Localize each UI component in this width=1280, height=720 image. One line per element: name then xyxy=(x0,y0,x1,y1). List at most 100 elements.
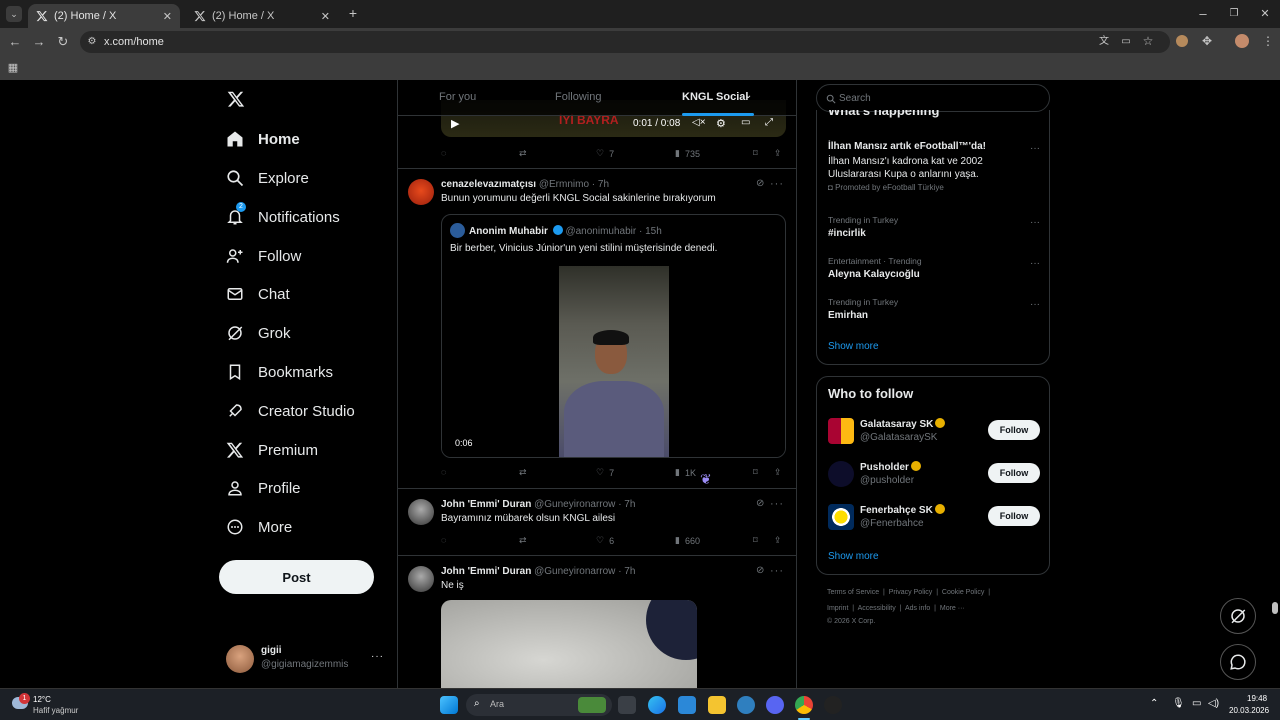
author-name[interactable]: John 'Emmi' Duran xyxy=(441,499,531,510)
microphone-icon[interactable]: 🎙 xyxy=(1172,698,1185,709)
more-icon[interactable]: ··· xyxy=(1030,258,1040,269)
windows-start-icon[interactable] xyxy=(440,696,458,714)
post-time[interactable]: · 7h xyxy=(618,566,635,577)
reply-icon[interactable]: ◌ xyxy=(441,535,446,545)
browser-menu-icon[interactable]: ⋮ xyxy=(1262,34,1274,48)
quote-tweet[interactable]: Anonim Muhabir @anonimuhabir · 15h Bir b… xyxy=(441,214,786,458)
author-name[interactable]: cenazelevazımatçısı xyxy=(441,179,536,190)
trend-item[interactable]: Trending in Turkey Emirhan ··· xyxy=(828,297,1040,321)
bookmark-icon[interactable]: ⌑ xyxy=(753,535,758,546)
like-button[interactable]: ♡ 7 xyxy=(596,148,614,159)
follow-suggestion[interactable]: Pusholder @pusholder Follow xyxy=(828,459,1040,491)
forward-icon[interactable]: → xyxy=(32,35,46,49)
share-icon[interactable]: ⇪ xyxy=(774,535,782,546)
close-tab-icon[interactable]: ✕ xyxy=(163,10,172,23)
follow-button[interactable]: Follow xyxy=(988,463,1040,483)
nav-explore[interactable]: Explore xyxy=(226,163,309,193)
close-window-icon[interactable]: ✕ xyxy=(1258,7,1272,21)
clock-date[interactable]: 20.03.2026 xyxy=(1229,706,1269,715)
browser-tab-2[interactable]: (2) Home / X ✕ xyxy=(186,4,338,28)
more-icon[interactable]: ··· xyxy=(1030,143,1040,154)
nav-home[interactable]: Home xyxy=(226,124,300,154)
post-cenaze[interactable]: cenazelevazımatçısı @Ermnimo · 7h ⊘ ··· … xyxy=(398,169,796,489)
more-icon[interactable]: ··· xyxy=(770,498,784,510)
address-bar[interactable]: ⚙ x.com/home 文 ▭ ☆ xyxy=(80,31,1170,53)
more-icon[interactable]: ··· xyxy=(1030,299,1040,310)
share-icon[interactable]: ⇪ xyxy=(774,467,782,478)
discord-icon[interactable] xyxy=(766,696,784,714)
translate-icon[interactable]: 文 xyxy=(1098,35,1110,49)
post-image[interactable] xyxy=(441,600,697,688)
reload-icon[interactable]: ↻ xyxy=(56,35,70,49)
edge-icon[interactable] xyxy=(648,696,666,714)
author-handle[interactable]: @Guneyironarrow xyxy=(534,566,615,577)
puzzle-icon[interactable]: ✥ xyxy=(1200,34,1214,48)
browser-tab-1[interactable]: (2) Home / X ✕ xyxy=(28,4,180,28)
chrome-icon[interactable] xyxy=(795,696,813,714)
chevron-up-icon[interactable]: ⌃ xyxy=(1150,698,1158,709)
apps-grid-icon[interactable]: ▦ xyxy=(7,61,19,75)
settings-icon[interactable]: ⚙ xyxy=(716,117,726,130)
author-name[interactable]: John 'Emmi' Duran xyxy=(441,566,531,577)
volume-icon[interactable]: ◁) xyxy=(1208,698,1219,709)
nav-chat[interactable]: Chat xyxy=(226,279,290,309)
grok-icon[interactable]: ⊘ xyxy=(756,565,764,576)
tab-for-you[interactable]: For you xyxy=(439,91,476,103)
mute-icon[interactable]: ◁× xyxy=(692,117,706,128)
nav-grok[interactable]: Grok xyxy=(226,318,291,348)
avatar[interactable] xyxy=(408,499,434,525)
author-handle[interactable]: @Ermnimo xyxy=(539,179,589,190)
post-john-1[interactable]: John 'Emmi' Duran @Guneyironarrow · 7h ⊘… xyxy=(398,489,796,556)
post-button[interactable]: Post xyxy=(219,560,374,594)
grok-fab[interactable] xyxy=(1220,598,1256,634)
back-icon[interactable]: ← xyxy=(8,35,22,49)
nav-follow[interactable]: Follow xyxy=(226,241,301,271)
follow-button[interactable]: Follow xyxy=(988,506,1040,526)
footer-link[interactable]: More ··· xyxy=(940,605,965,612)
play-icon[interactable]: ▶ xyxy=(451,117,459,130)
footer-link[interactable]: Imprint xyxy=(827,605,848,612)
extension-icon[interactable] xyxy=(1176,35,1188,47)
nav-bookmarks[interactable]: Bookmarks xyxy=(226,357,333,387)
display-icon[interactable]: ▭ xyxy=(1192,698,1201,709)
avatar[interactable] xyxy=(408,179,434,205)
like-button[interactable]: ♡ 7 xyxy=(596,467,614,478)
account-more-icon[interactable]: ··· xyxy=(371,651,384,662)
file-explorer-icon[interactable] xyxy=(708,696,726,714)
messages-fab[interactable] xyxy=(1220,644,1256,680)
share-icon[interactable]: ⇪ xyxy=(774,148,782,159)
promoted-trend[interactable]: İlhan Mansız artık eFootball™'da! İlhan … xyxy=(828,141,1040,192)
footer-link[interactable]: Terms of Service xyxy=(827,589,879,596)
tab-following[interactable]: Following xyxy=(555,91,601,103)
profile-avatar-icon[interactable] xyxy=(1235,34,1249,48)
new-tab-icon[interactable]: + xyxy=(346,6,360,20)
like-button[interactable]: ♡ 6 xyxy=(596,535,614,546)
site-info-icon[interactable]: ⚙ xyxy=(86,35,98,49)
follow-suggestion[interactable]: Fenerbahçe SK @Fenerbahce Follow xyxy=(828,502,1040,534)
nav-notifications[interactable]: 2 Notifications xyxy=(226,202,340,232)
nav-creator-studio[interactable]: Creator Studio xyxy=(226,396,355,426)
chevron-down-icon[interactable]: ⌄ xyxy=(744,90,752,101)
nav-premium[interactable]: Premium xyxy=(226,435,318,465)
search-input[interactable]: Search xyxy=(816,84,1050,112)
nav-more[interactable]: More xyxy=(226,512,292,542)
x-logo-icon[interactable] xyxy=(227,90,245,108)
views-button[interactable]: ▮ 1K xyxy=(675,467,696,478)
follow-button[interactable]: Follow xyxy=(988,420,1040,440)
scrollbar-thumb[interactable] xyxy=(1272,602,1278,614)
quote-video[interactable]: 0:06 xyxy=(442,265,785,457)
pip-icon[interactable]: ▭ xyxy=(741,117,750,128)
footer-link[interactable]: Cookie Policy xyxy=(942,589,984,596)
more-icon[interactable]: ··· xyxy=(770,565,784,577)
nav-profile[interactable]: Profile xyxy=(226,473,301,503)
grok-icon[interactable]: ⊘ xyxy=(756,498,764,509)
trend-item[interactable]: Entertainment · Trending Aleyna Kalaycıo… xyxy=(828,256,1040,280)
footer-link[interactable]: Privacy Policy xyxy=(889,589,933,596)
tab-kngl-social[interactable]: KNGL Social xyxy=(682,91,748,103)
app-icon[interactable] xyxy=(824,696,842,714)
trend-item[interactable]: Trending in Turkey #incirlik ··· xyxy=(828,215,1040,239)
close-tab-icon[interactable]: ✕ xyxy=(321,10,330,23)
account-switcher[interactable]: gigii @gigiamagizemmis ··· xyxy=(226,642,386,678)
follow-suggestion[interactable]: Galatasaray SK @GalatasaraySK Follow xyxy=(828,416,1040,448)
post-time[interactable]: · 7h xyxy=(618,499,635,510)
